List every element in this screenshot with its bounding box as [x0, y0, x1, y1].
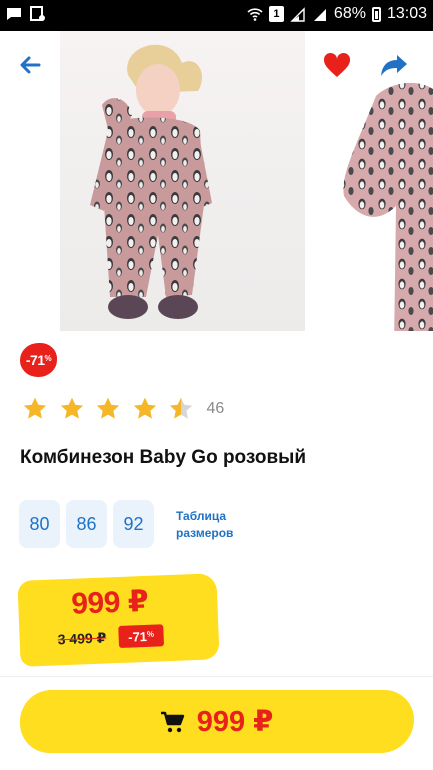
size-option[interactable]: 86: [66, 500, 107, 548]
discount-badge-percent: %: [44, 354, 52, 363]
sim-indicator: 1: [268, 6, 284, 22]
heart-icon: [323, 52, 351, 77]
size-table-link[interactable]: Таблица размеров: [176, 508, 256, 542]
size-option[interactable]: 92: [113, 500, 154, 548]
product-photo-illustration: [90, 44, 212, 319]
star-full-icon: [96, 397, 120, 419]
battery-icon: [371, 6, 381, 22]
review-count[interactable]: 46: [207, 400, 225, 418]
star-full-icon: [23, 397, 47, 419]
product-image-gallery[interactable]: [0, 31, 433, 331]
signal-icon-2: [313, 9, 326, 21]
next-product-photo[interactable]: [336, 76, 433, 331]
cart-icon: [160, 711, 184, 732]
battery-percent: 68%: [333, 5, 366, 22]
price-sticker: 999 ₽ 3 499 ₽ -71%: [17, 573, 220, 667]
size-option[interactable]: 80: [19, 500, 60, 548]
size-selector: 80 86 92: [19, 500, 154, 548]
share-button[interactable]: [378, 49, 410, 81]
arrow-left-icon: [20, 56, 41, 74]
product-title: Комбинезон Baby Go розовый: [20, 447, 307, 468]
signal-icon-1: [290, 7, 305, 22]
old-price-discount-percent: %: [146, 629, 155, 639]
star-half-icon: [169, 397, 193, 419]
wifi-icon: [247, 8, 263, 21]
clock: 13:03: [386, 5, 427, 22]
star-full-icon: [60, 397, 83, 419]
add-to-cart-button[interactable]: 999 ₽: [20, 690, 414, 753]
old-price-discount-value: -71: [127, 628, 148, 645]
divider: [0, 676, 433, 677]
status-bar: 1 68% 13:03: [0, 0, 433, 31]
gallery-notification-icon: [30, 6, 45, 21]
back-button[interactable]: [14, 49, 46, 81]
favorite-button[interactable]: [321, 49, 353, 81]
discount-badge: -71%: [20, 343, 57, 377]
message-icon: [7, 8, 21, 20]
add-to-cart-label: 999 ₽: [196, 706, 274, 738]
old-price: 3 499 ₽: [57, 629, 107, 648]
discount-badge-value: -71: [25, 352, 45, 368]
current-price: 999 ₽: [70, 584, 149, 621]
old-price-discount-badge: -71%: [118, 624, 165, 648]
rating[interactable]: 46: [22, 396, 224, 421]
share-arrow-icon: [381, 55, 407, 76]
star-full-icon: [133, 397, 156, 419]
